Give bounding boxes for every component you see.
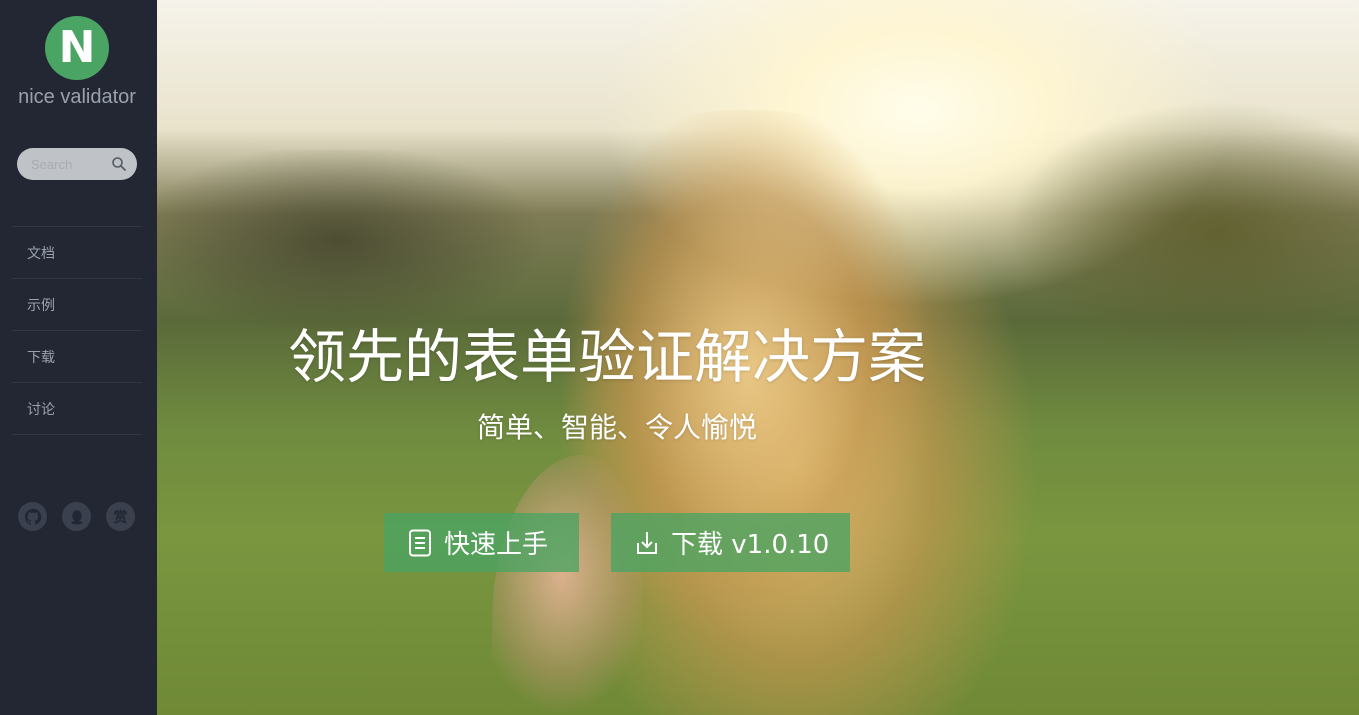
search-box — [17, 148, 137, 180]
sidebar-item-label: 讨论 — [27, 401, 55, 418]
sidebar-item-label: 示例 — [27, 297, 55, 314]
quick-start-label: 快速上手 — [444, 530, 549, 560]
sidebar-item-discuss[interactable]: 讨论 — [12, 383, 142, 435]
search-input[interactable] — [17, 148, 113, 180]
download-button[interactable]: 下载 v1.0.10 — [611, 513, 850, 572]
hero-subtitle: 简单、智能、令人愉悦 — [477, 411, 758, 444]
quick-start-button[interactable]: 快速上手 — [384, 513, 579, 572]
reward-icon[interactable]: 赏 — [106, 502, 135, 531]
sidebar-item-docs[interactable]: 文档 — [12, 227, 142, 279]
hero-background-trees-right — [937, 60, 1359, 380]
download-label: 下载 v1.0.10 — [671, 530, 830, 560]
social-links: 赏 — [18, 502, 135, 531]
hero-banner: 领先的表单验证解决方案 简单、智能、令人愉悦 快速上手 下载 v1.0.10 — [157, 0, 1359, 715]
search-icon[interactable] — [111, 156, 127, 172]
logo[interactable]: N — [45, 16, 109, 80]
sidebar-item-label: 文档 — [27, 245, 55, 262]
download-icon — [637, 531, 657, 554]
sidebar-item-label: 下载 — [27, 349, 55, 366]
sidebar-item-download[interactable]: 下载 — [12, 331, 142, 383]
qq-icon[interactable] — [62, 502, 91, 531]
page: N nice validator 文档 示例 下载 讨论 — [0, 0, 1359, 715]
github-icon[interactable] — [18, 502, 47, 531]
sidebar-item-examples[interactable]: 示例 — [12, 279, 142, 331]
brand-name[interactable]: nice validator — [0, 86, 154, 109]
hero-headline: 领先的表单验证解决方案 — [288, 323, 927, 391]
sidebar-nav: 文档 示例 下载 讨论 — [12, 226, 142, 435]
sidebar: N nice validator 文档 示例 下载 讨论 — [0, 0, 157, 715]
document-icon — [409, 529, 431, 556]
